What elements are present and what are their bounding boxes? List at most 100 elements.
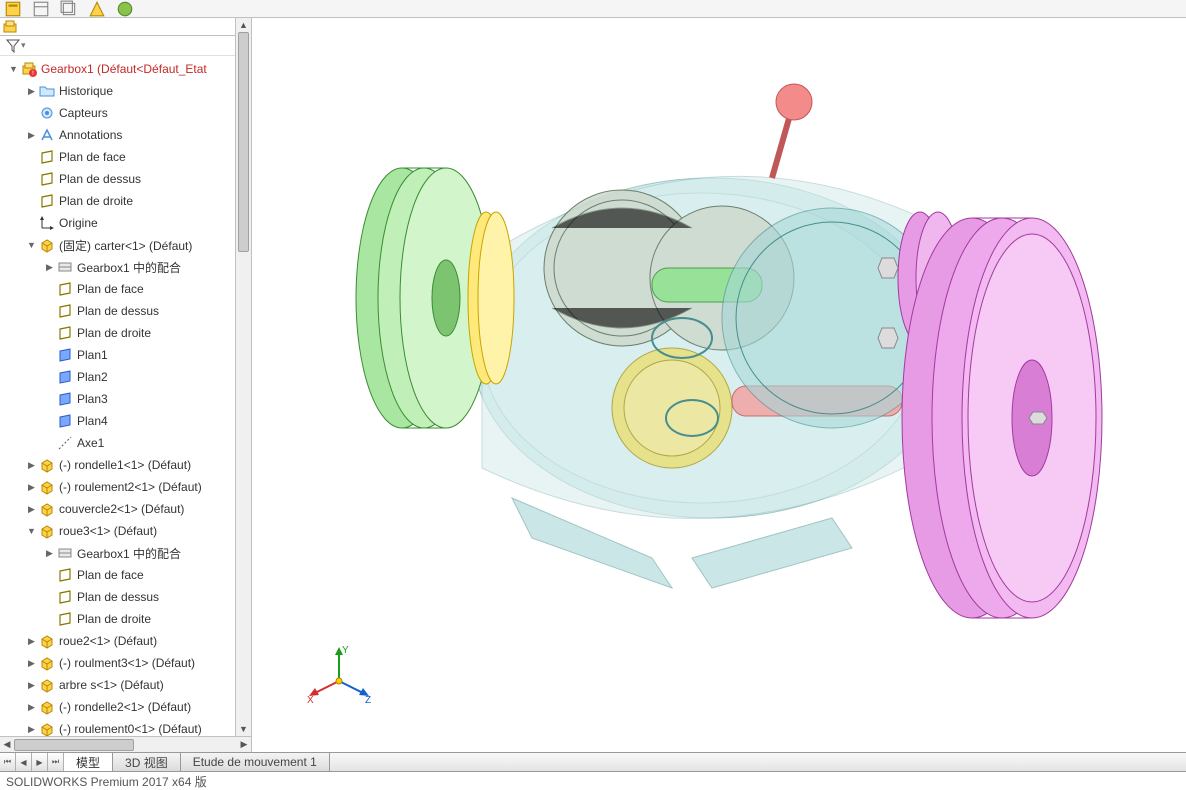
scroll-up-icon[interactable]: ▲	[237, 18, 251, 32]
scroll-right-icon[interactable]: ▶	[237, 738, 251, 752]
tree-expander-icon[interactable]: ▶	[26, 482, 37, 493]
tree-expander-icon[interactable]: ▶	[26, 658, 37, 669]
tab-display-manager-icon[interactable]	[116, 2, 134, 16]
feature-tree[interactable]: ▼!Gearbox1 (Défaut<Défaut_Etat▲▶Historiq…	[0, 56, 251, 736]
tree-node[interactable]: ▼(固定) carter<1> (Défaut)	[0, 234, 251, 256]
uplane-icon	[57, 369, 73, 385]
part-icon	[39, 237, 55, 253]
assembly-root-icon[interactable]	[2, 19, 18, 35]
view-tab[interactable]: 模型	[64, 753, 113, 771]
tree-node[interactable]: ▶ (-) roulement0<1> (Défaut)	[0, 718, 251, 736]
tree-node[interactable]: ▶Plan3	[0, 388, 251, 410]
tree-node[interactable]: ▶Plan de dessus	[0, 300, 251, 322]
tab-property-manager-icon[interactable]	[32, 2, 50, 16]
tree-node-label: Plan de face	[77, 568, 144, 582]
tab-config-manager-icon[interactable]	[60, 2, 78, 16]
scroll-thumb-vertical[interactable]	[238, 32, 249, 252]
tab-nav-next-icon[interactable]: ▶	[32, 753, 48, 771]
tree-node[interactable]: ▶Historique	[0, 80, 251, 102]
tree-node[interactable]: ▶Plan de dessus	[0, 168, 251, 190]
part-icon	[39, 479, 55, 495]
tree-node[interactable]: ▶Plan de droite	[0, 608, 251, 630]
tab-dimxpert-icon[interactable]	[88, 2, 106, 16]
tree-node[interactable]: ▶Plan de droite	[0, 322, 251, 344]
tree-node[interactable]: ▼ roue3<1> (Défaut)	[0, 520, 251, 542]
tree-expander-icon[interactable]: ▼	[26, 526, 37, 537]
tree-node[interactable]: ▶(-) roulment3<1> (Défaut)	[0, 652, 251, 674]
tree-expander-icon[interactable]: ▶	[26, 636, 37, 647]
folder-icon	[39, 83, 55, 99]
tree-node[interactable]: ▶Axe1	[0, 432, 251, 454]
tree-node[interactable]: ▶(-) roulement2<1> (Défaut)	[0, 476, 251, 498]
tree-node[interactable]: ▶Plan de droite	[0, 190, 251, 212]
assembly-err-icon: !	[21, 61, 37, 77]
tree-node-label: (-) roulement0<1> (Défaut)	[59, 722, 202, 736]
scroll-down-icon[interactable]: ▼	[237, 722, 251, 736]
filter-icon[interactable]	[6, 39, 20, 53]
tree-node[interactable]: ▶Plan1	[0, 344, 251, 366]
tree-node[interactable]: ▶arbre s<1> (Défaut)	[0, 674, 251, 696]
tree-node[interactable]: ▶Plan de dessus	[0, 586, 251, 608]
tree-node-label: Plan de dessus	[59, 172, 141, 186]
tree-node-label: (-) rondelle1<1> (Défaut)	[59, 458, 191, 472]
tree-expander-icon[interactable]: ▶	[26, 702, 37, 713]
tree-node[interactable]: ▶Gearbox1 中的配合	[0, 256, 251, 278]
tree-node[interactable]: ▶Plan2	[0, 366, 251, 388]
view-tabs-bar[interactable]: ⏮ ◀ ▶ ⏭ 模型3D 视图Etude de mouvement 1	[0, 752, 1186, 772]
view-triad[interactable]: Y Z X	[304, 646, 374, 716]
tab-feature-manager-icon[interactable]	[4, 2, 22, 16]
tab-nav-buttons[interactable]: ⏮ ◀ ▶ ⏭	[0, 753, 64, 771]
tree-expander-icon[interactable]: ▶	[26, 724, 37, 735]
tree-node[interactable]: ▶couvercle2<1> (Défaut)	[0, 498, 251, 520]
plane-icon	[57, 303, 73, 319]
filter-bar[interactable]: ▾	[0, 36, 251, 56]
tree-node-label: Plan de droite	[59, 194, 133, 208]
plane-icon	[57, 611, 73, 627]
tree-expander-icon[interactable]: ▼	[26, 240, 37, 251]
tree-expander-icon[interactable]: ▶	[26, 504, 37, 515]
tree-node[interactable]: ▶ (-) rondelle1<1> (Défaut)	[0, 454, 251, 476]
filter-dropdown-icon[interactable]: ▾	[21, 40, 26, 51]
tree-node[interactable]: ▼!Gearbox1 (Défaut<Défaut_Etat▲	[0, 58, 251, 80]
tree-node[interactable]: ▶Annotations	[0, 124, 251, 146]
tree-node[interactable]: ▶Plan de face	[0, 278, 251, 300]
tree-node-label: Plan de face	[77, 282, 144, 296]
graphics-viewport[interactable]: Y Z X	[252, 18, 1186, 752]
tree-node[interactable]: ▶Plan de face	[0, 564, 251, 586]
tree-node[interactable]: ▶Origine	[0, 212, 251, 234]
view-tab[interactable]: 3D 视图	[113, 753, 181, 771]
tab-nav-first-icon[interactable]: ⏮	[0, 753, 16, 771]
plane-icon	[57, 589, 73, 605]
tree-expander-icon[interactable]: ▶	[26, 680, 37, 691]
tree-node-label: roue3<1> (Défaut)	[59, 524, 157, 538]
view-tab[interactable]: Etude de mouvement 1	[181, 753, 330, 771]
plane-icon	[39, 193, 55, 209]
tree-node-label: Plan1	[77, 348, 108, 362]
tree-expander-icon[interactable]: ▶	[44, 548, 55, 559]
tree-node-label: Plan de droite	[77, 326, 151, 340]
manager-tab-strip[interactable]	[0, 0, 1186, 18]
tree-node[interactable]: ▶Plan4	[0, 410, 251, 432]
tree-node[interactable]: ▶(-) rondelle2<1> (Défaut)	[0, 696, 251, 718]
tree-expander-icon[interactable]: ▶	[26, 460, 37, 471]
part-icon	[39, 721, 55, 736]
tab-nav-prev-icon[interactable]: ◀	[16, 753, 32, 771]
tree-vertical-scrollbar[interactable]: ▲ ▼	[235, 18, 251, 736]
tree-expander-icon[interactable]: ▶	[26, 130, 37, 141]
tree-horizontal-scrollbar[interactable]: ◀ ▶	[0, 736, 251, 752]
tab-nav-last-icon[interactable]: ⏭	[48, 753, 64, 771]
scroll-thumb-horizontal[interactable]	[14, 739, 134, 751]
uplane-icon	[57, 413, 73, 429]
plane-icon	[39, 149, 55, 165]
shift-lever	[772, 84, 812, 178]
tree-node[interactable]: ▶Capteurs	[0, 102, 251, 124]
tree-expander-icon[interactable]: ▶	[44, 262, 55, 273]
tree-node[interactable]: ▶Plan de face	[0, 146, 251, 168]
tree-node[interactable]: ▶Gearbox1 中的配合	[0, 542, 251, 564]
tree-expander-icon[interactable]: ▼	[8, 64, 19, 75]
scroll-left-icon[interactable]: ◀	[0, 738, 14, 752]
tree-expander-icon[interactable]: ▶	[26, 86, 37, 97]
tree-node[interactable]: ▶roue2<1> (Défaut)	[0, 630, 251, 652]
sensor-icon	[39, 105, 55, 121]
status-text: SOLIDWORKS Premium 2017 x64 版	[6, 775, 207, 789]
